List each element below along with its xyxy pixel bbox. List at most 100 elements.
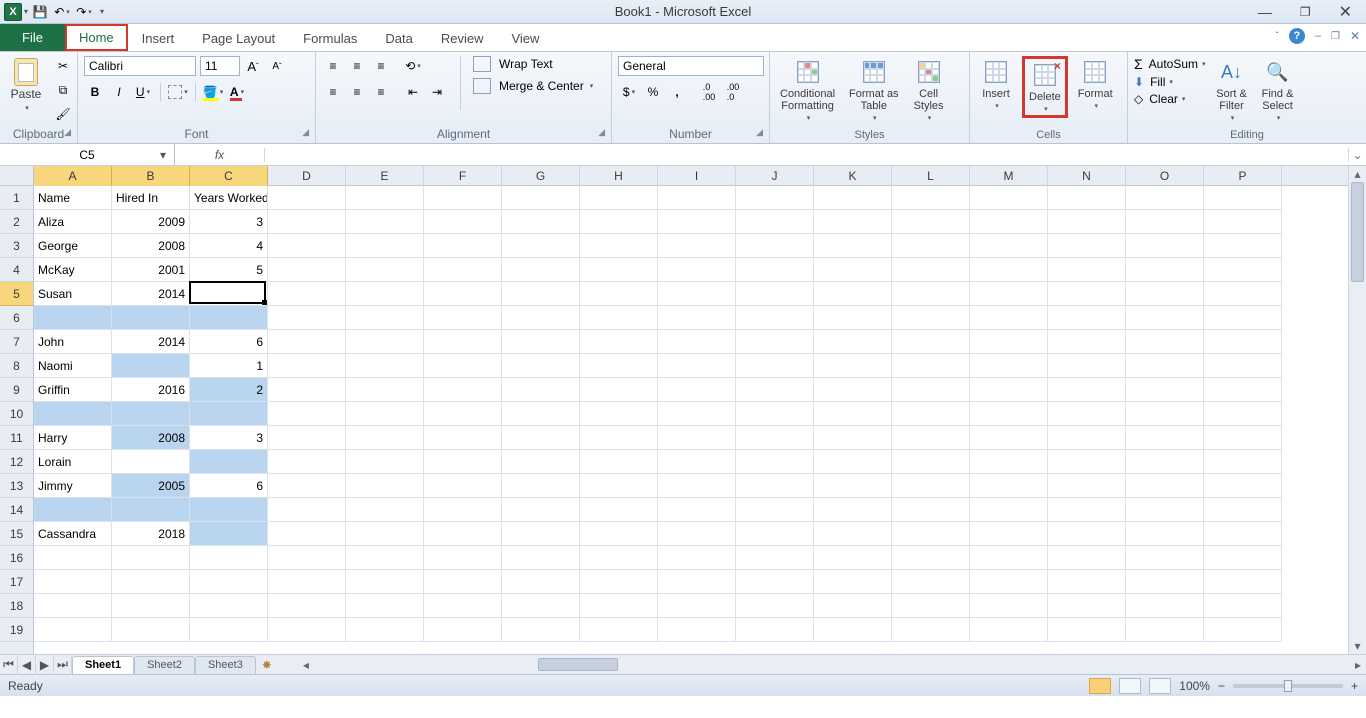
fill-button[interactable]: ⬇Fill▾: [1134, 75, 1206, 89]
cell-G12[interactable]: [502, 450, 580, 474]
row-header-14[interactable]: 14: [0, 498, 33, 522]
column-headers[interactable]: ABCDEFGHIJKLMNOP: [34, 166, 1348, 186]
cell-P3[interactable]: [1204, 234, 1282, 258]
cell-N18[interactable]: [1048, 594, 1126, 618]
number-format-combo[interactable]: [618, 56, 764, 76]
cell-M13[interactable]: [970, 474, 1048, 498]
expand-formula-bar-button[interactable]: ⌄: [1348, 148, 1366, 162]
cell-L10[interactable]: [892, 402, 970, 426]
grow-font-button[interactable]: Aˆ: [242, 56, 264, 76]
cell-I13[interactable]: [658, 474, 736, 498]
cell-O7[interactable]: [1126, 330, 1204, 354]
cell-K8[interactable]: [814, 354, 892, 378]
cell-O6[interactable]: [1126, 306, 1204, 330]
cell-E18[interactable]: [346, 594, 424, 618]
cell-P8[interactable]: [1204, 354, 1282, 378]
cell-B15[interactable]: 2018: [112, 522, 190, 546]
cell-M19[interactable]: [970, 618, 1048, 642]
cell-N6[interactable]: [1048, 306, 1126, 330]
delete-cells-button[interactable]: × Delete▾: [1022, 56, 1068, 118]
cell-B9[interactable]: 2016: [112, 378, 190, 402]
cell-A7[interactable]: John: [34, 330, 112, 354]
cell-N5[interactable]: [1048, 282, 1126, 306]
cell-M1[interactable]: [970, 186, 1048, 210]
help-icon[interactable]: ?: [1289, 28, 1305, 44]
cell-A17[interactable]: [34, 570, 112, 594]
cell-B5[interactable]: 2014: [112, 282, 190, 306]
cell-N2[interactable]: [1048, 210, 1126, 234]
cell-F1[interactable]: [424, 186, 502, 210]
cell-H17[interactable]: [580, 570, 658, 594]
cell-O16[interactable]: [1126, 546, 1204, 570]
cell-F12[interactable]: [424, 450, 502, 474]
window-restore-doc-icon[interactable]: ❐: [1331, 31, 1340, 42]
cell-K3[interactable]: [814, 234, 892, 258]
cell-G10[interactable]: [502, 402, 580, 426]
cell-D19[interactable]: [268, 618, 346, 642]
cell-O11[interactable]: [1126, 426, 1204, 450]
cell-P18[interactable]: [1204, 594, 1282, 618]
font-size-combo[interactable]: [200, 56, 240, 76]
cell-A6[interactable]: [34, 306, 112, 330]
window-close-doc-icon[interactable]: ✕: [1350, 29, 1360, 43]
qat-undo-button[interactable]: ↶▾: [52, 2, 72, 22]
column-header-M[interactable]: M: [970, 166, 1048, 186]
cell-O18[interactable]: [1126, 594, 1204, 618]
cell-B6[interactable]: [112, 306, 190, 330]
font-color-button[interactable]: A▾: [226, 82, 248, 102]
row-header-2[interactable]: 2: [0, 210, 33, 234]
cell-H12[interactable]: [580, 450, 658, 474]
minimize-button[interactable]: —: [1258, 4, 1272, 20]
cell-K15[interactable]: [814, 522, 892, 546]
cell-O14[interactable]: [1126, 498, 1204, 522]
cell-M4[interactable]: [970, 258, 1048, 282]
zoom-level[interactable]: 100%: [1179, 679, 1210, 693]
name-box[interactable]: C5 ▾: [0, 144, 175, 165]
cell-N17[interactable]: [1048, 570, 1126, 594]
view-page-layout-button[interactable]: [1119, 678, 1141, 694]
cell-L15[interactable]: [892, 522, 970, 546]
cell-N11[interactable]: [1048, 426, 1126, 450]
column-header-I[interactable]: I: [658, 166, 736, 186]
cell-B2[interactable]: 2009: [112, 210, 190, 234]
row-header-10[interactable]: 10: [0, 402, 33, 426]
cell-K19[interactable]: [814, 618, 892, 642]
cell-G19[interactable]: [502, 618, 580, 642]
fill-color-button[interactable]: 🪣▾: [202, 82, 224, 102]
percent-button[interactable]: %: [642, 82, 664, 102]
cell-G13[interactable]: [502, 474, 580, 498]
cell-J13[interactable]: [736, 474, 814, 498]
cell-E5[interactable]: [346, 282, 424, 306]
cell-D3[interactable]: [268, 234, 346, 258]
cell-L4[interactable]: [892, 258, 970, 282]
cell-N16[interactable]: [1048, 546, 1126, 570]
view-normal-button[interactable]: [1089, 678, 1111, 694]
cell-J7[interactable]: [736, 330, 814, 354]
cell-F2[interactable]: [424, 210, 502, 234]
cell-M17[interactable]: [970, 570, 1048, 594]
cell-B17[interactable]: [112, 570, 190, 594]
cell-B4[interactable]: 2001: [112, 258, 190, 282]
cell-P9[interactable]: [1204, 378, 1282, 402]
row-header-9[interactable]: 9: [0, 378, 33, 402]
column-header-J[interactable]: J: [736, 166, 814, 186]
cell-H2[interactable]: [580, 210, 658, 234]
column-header-P[interactable]: P: [1204, 166, 1282, 186]
cell-G1[interactable]: [502, 186, 580, 210]
font-name-combo[interactable]: [84, 56, 196, 76]
alignment-dialog-launcher[interactable]: ◢: [598, 127, 605, 138]
tab-review[interactable]: Review: [427, 26, 498, 51]
cell-D11[interactable]: [268, 426, 346, 450]
cell-C10[interactable]: [190, 402, 268, 426]
cell-A13[interactable]: Jimmy: [34, 474, 112, 498]
cell-D17[interactable]: [268, 570, 346, 594]
cell-P12[interactable]: [1204, 450, 1282, 474]
cell-I9[interactable]: [658, 378, 736, 402]
sheet-tab-3[interactable]: Sheet3: [195, 656, 256, 674]
horizontal-scrollbar[interactable]: ◂ ▸: [298, 655, 1366, 674]
cell-P6[interactable]: [1204, 306, 1282, 330]
increase-indent-button[interactable]: ⇥: [426, 82, 448, 102]
row-header-6[interactable]: 6: [0, 306, 33, 330]
row-header-17[interactable]: 17: [0, 570, 33, 594]
cell-O13[interactable]: [1126, 474, 1204, 498]
